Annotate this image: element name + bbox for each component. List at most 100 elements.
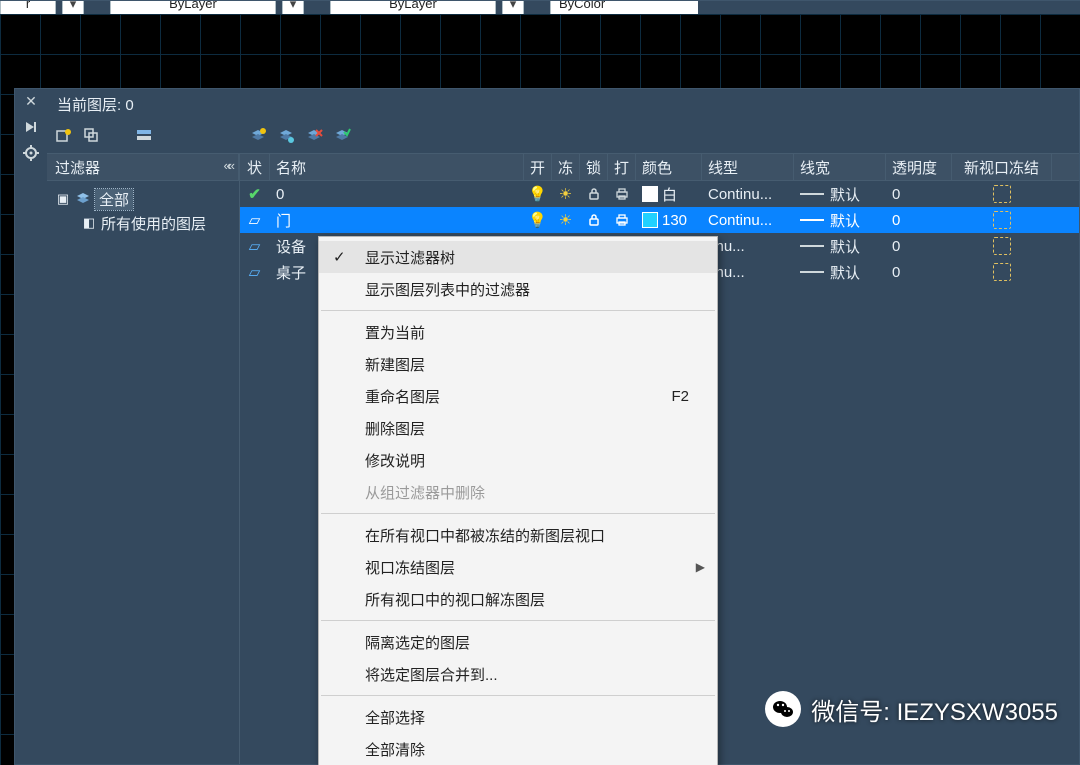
menu-item-label: 置为当前 — [365, 322, 425, 343]
bulb-icon[interactable]: 💡 — [524, 207, 552, 233]
col-color[interactable]: 颜色 — [636, 154, 702, 180]
layer-name[interactable]: 0 — [270, 181, 524, 207]
lock-icon[interactable] — [580, 181, 608, 207]
menu-item-label: 显示过滤器树 — [365, 247, 455, 268]
menu-item-label: 重命名图层 — [365, 386, 440, 407]
layer-row[interactable]: ▱门💡☀130Continu...默认0 — [240, 207, 1079, 233]
ts-seg-1-arrow[interactable]: ▾ — [282, 1, 304, 15]
filter-tree-root[interactable]: ▣ 全部 — [51, 187, 235, 211]
layer-context-menu[interactable]: ✓显示过滤器树显示图层列表中的过滤器置为当前新建图层重命名图层F2删除图层修改说… — [318, 236, 718, 765]
menu-separator — [321, 310, 715, 311]
watermark-text: 微信号: IEZYSXW3055 — [811, 692, 1058, 727]
layer-linetype[interactable]: Continu... — [702, 181, 794, 207]
layer-lineweight[interactable]: 默认 — [794, 259, 886, 285]
menu-item[interactable]: 删除图层 — [319, 412, 717, 444]
delete-layer-icon[interactable] — [303, 125, 325, 147]
tree-leaf-icon: ◧ — [81, 215, 97, 231]
printer-icon[interactable] — [608, 207, 636, 233]
layer-transparency[interactable]: 0 — [886, 259, 952, 285]
col-on[interactable]: 开 — [524, 154, 552, 180]
ts-gap-2 — [530, 1, 544, 15]
menu-item[interactable]: 在所有视口中都被冻结的新图层视口 — [319, 519, 717, 551]
layer-name[interactable]: 门 — [270, 207, 524, 233]
col-transparency[interactable]: 透明度 — [886, 154, 952, 180]
filter-panel-header[interactable]: 过滤器 «« — [47, 154, 239, 181]
layer-lineweight[interactable]: 默认 — [794, 233, 886, 259]
layer-transparency[interactable]: 0 — [886, 233, 952, 259]
menu-item-label: 视口冻结图层 — [365, 557, 455, 578]
ts-seg-2-arrow[interactable]: ▾ — [502, 1, 524, 15]
vp-freeze-icon[interactable] — [952, 259, 1052, 285]
watermark: 微信号: IEZYSXW3055 — [765, 691, 1058, 727]
menu-item[interactable]: 显示图层列表中的过滤器 — [319, 273, 717, 305]
col-linetype[interactable]: 线型 — [702, 154, 794, 180]
lock-icon[interactable] — [580, 207, 608, 233]
menu-item-label: 全部选择 — [365, 707, 425, 728]
menu-item[interactable]: 重命名图层F2 — [319, 380, 717, 412]
menu-item-label: 从组过滤器中删除 — [365, 482, 485, 503]
menu-item[interactable]: ✓显示过滤器树 — [319, 241, 717, 273]
menu-item[interactable]: 置为当前 — [319, 316, 717, 348]
col-status[interactable]: 状 — [240, 154, 270, 180]
menu-item[interactable]: 所有视口中的视口解冻图层 — [319, 583, 717, 615]
sun-icon[interactable]: ☀ — [552, 207, 580, 233]
layer-lineweight[interactable]: 默认 — [794, 207, 886, 233]
layer-transparency[interactable]: 0 — [886, 207, 952, 233]
layer-status-icon: ✔ — [240, 181, 270, 207]
menu-item: 从组过滤器中删除 — [319, 476, 717, 508]
menu-item-label: 隔离选定的图层 — [365, 632, 470, 653]
menu-item-label: 新建图层 — [365, 354, 425, 375]
ts-gap-1 — [310, 1, 324, 15]
col-lock[interactable]: 锁 — [580, 154, 608, 180]
menu-item[interactable]: 隔离选定的图层 — [319, 626, 717, 658]
ts-seg-0: r — [0, 1, 56, 15]
tree-expander-icon[interactable]: ▣ — [55, 191, 71, 207]
new-layer-vp-icon[interactable] — [275, 125, 297, 147]
col-name[interactable]: 名称 — [270, 154, 524, 180]
ts-seg-0-arrow[interactable]: ▾ — [62, 1, 84, 15]
wechat-icon — [765, 691, 801, 727]
layer-lineweight[interactable]: 默认 — [794, 181, 886, 207]
gear-icon[interactable] — [21, 143, 41, 163]
layer-states-icon[interactable] — [133, 125, 155, 147]
menu-item-label: 所有视口中的视口解冻图层 — [365, 589, 545, 610]
filter-tree-used[interactable]: ◧ 所有使用的图层 — [51, 211, 235, 235]
filter-panel: 过滤器 «« ▣ 全部 ◧ 所有使用的图层 — [47, 153, 239, 764]
layer-color[interactable]: 130 — [636, 207, 702, 233]
col-lineweight[interactable]: 线宽 — [794, 154, 886, 180]
set-current-layer-icon[interactable] — [331, 125, 353, 147]
col-freeze[interactable]: 冻 — [552, 154, 580, 180]
layer-linetype[interactable]: Continu... — [702, 207, 794, 233]
ts-seg-1: ByLayer — [110, 1, 276, 15]
bulb-icon[interactable]: 💡 — [524, 181, 552, 207]
vp-freeze-icon[interactable] — [952, 207, 1052, 233]
col-plot[interactable]: 打 — [608, 154, 636, 180]
menu-item[interactable]: 修改说明 — [319, 444, 717, 476]
sun-icon[interactable]: ☀ — [552, 181, 580, 207]
submenu-arrow-icon: ▶ — [696, 560, 705, 574]
vp-freeze-icon[interactable] — [952, 181, 1052, 207]
menu-item[interactable]: 全部选择 — [319, 701, 717, 733]
close-icon[interactable]: ✕ — [21, 91, 41, 111]
col-vpfreeze[interactable]: 新视口冻结 — [952, 154, 1052, 180]
new-filter-icon[interactable] — [53, 125, 75, 147]
menu-item[interactable]: 新建图层 — [319, 348, 717, 380]
layer-transparency[interactable]: 0 — [886, 181, 952, 207]
layer-row[interactable]: ✔0💡☀白Continu...默认0 — [240, 181, 1079, 207]
filter-group-icon[interactable] — [81, 125, 103, 147]
palette-side-toolbar: ✕ — [15, 89, 47, 764]
menu-separator — [321, 513, 715, 514]
layer-list-header[interactable]: 状 名称 开 冻 锁 打 颜色 线型 线宽 透明度 新视口冻结 — [240, 154, 1079, 181]
printer-icon[interactable] — [608, 181, 636, 207]
pin-icon[interactable] — [21, 117, 41, 137]
current-layer-label: 当前图层: 0 — [47, 89, 1079, 119]
menu-item[interactable]: 视口冻结图层 ▶ — [319, 551, 717, 583]
menu-item[interactable]: 将选定图层合并到... — [319, 658, 717, 690]
layers-stack-icon — [75, 191, 91, 207]
new-layer-icon[interactable] — [247, 125, 269, 147]
collapse-icon[interactable]: «« — [224, 158, 232, 173]
filter-tree[interactable]: ▣ 全部 ◧ 所有使用的图层 — [47, 181, 239, 764]
layer-color[interactable]: 白 — [636, 181, 702, 207]
vp-freeze-icon[interactable] — [952, 233, 1052, 259]
menu-item[interactable]: 全部清除 — [319, 733, 717, 765]
